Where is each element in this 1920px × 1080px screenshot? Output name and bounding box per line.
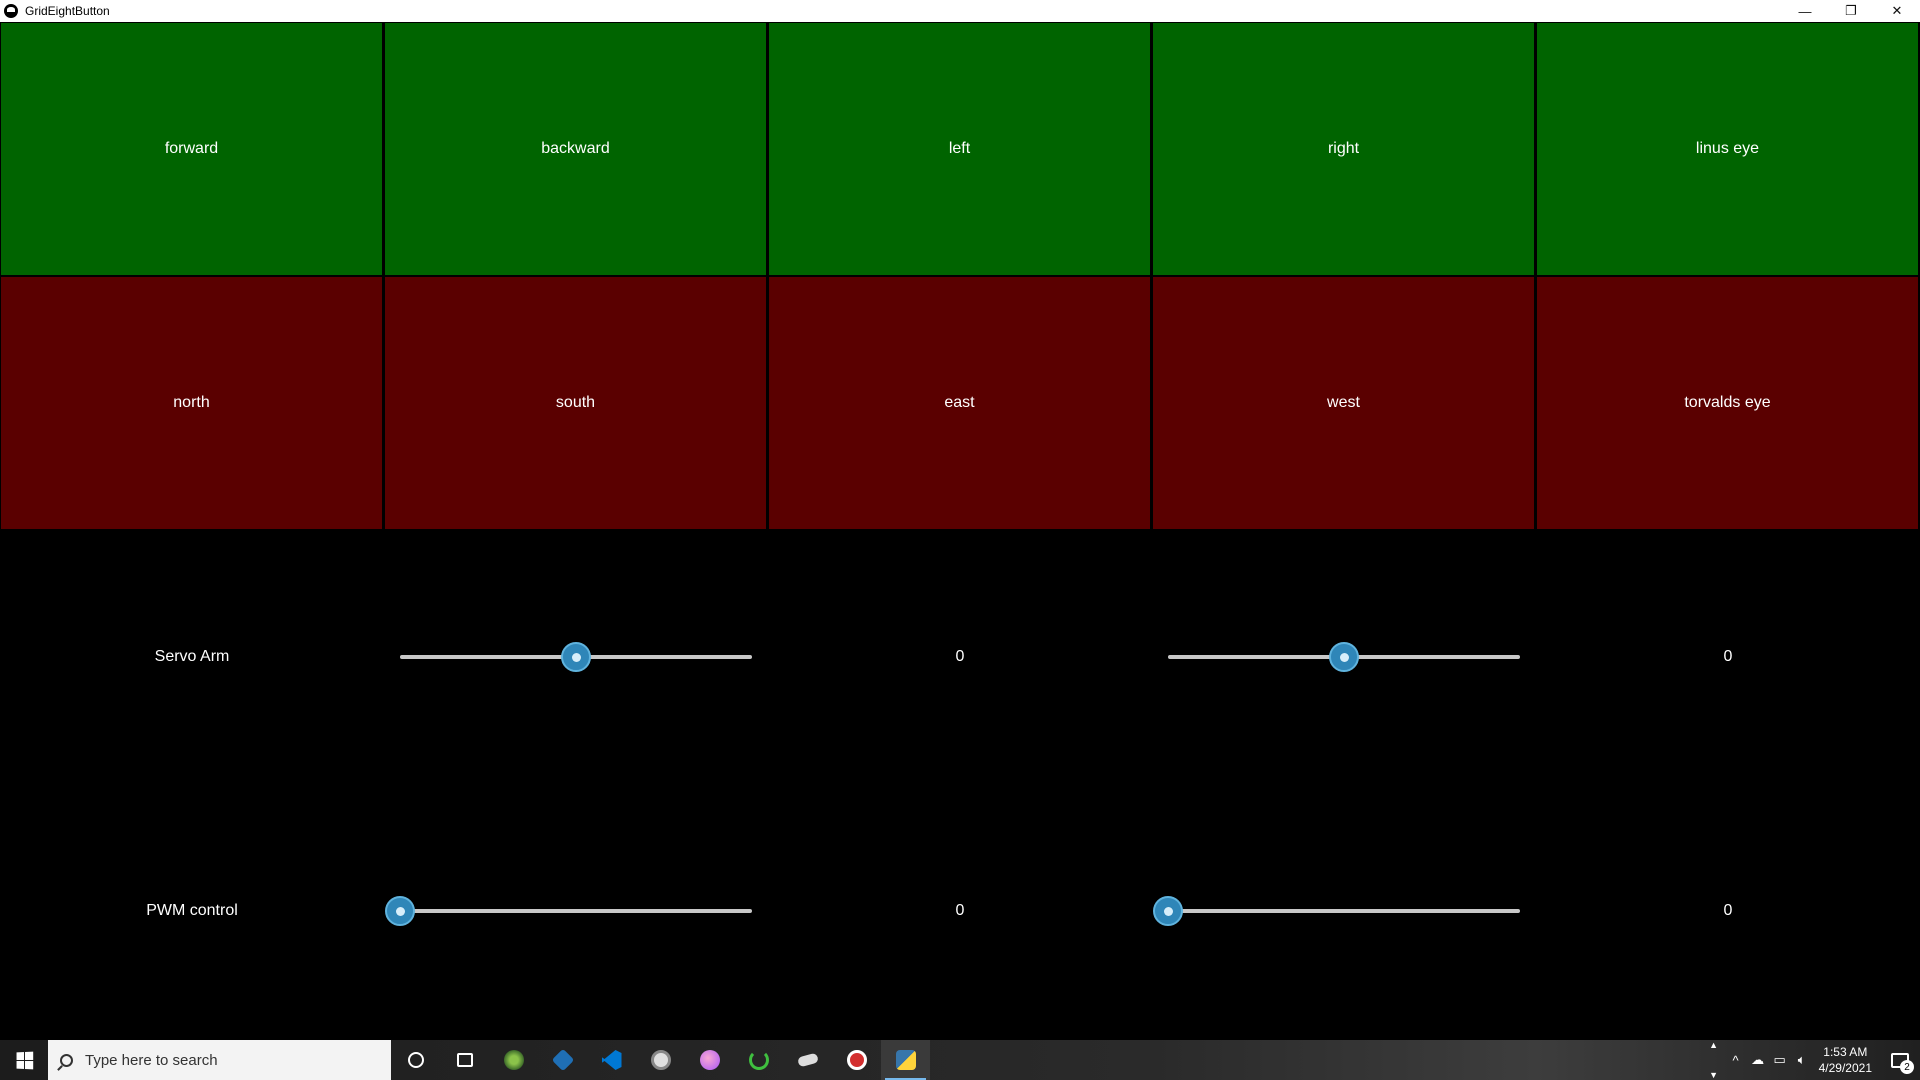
south-button[interactable]: south — [384, 276, 768, 530]
clock-time: 1:53 AM — [1823, 1045, 1868, 1059]
servo-value-2: 0 — [1723, 648, 1733, 665]
action-center-button[interactable]: 2 — [1880, 1040, 1920, 1080]
cycle-icon[interactable] — [734, 1040, 783, 1080]
slider-thumb[interactable] — [385, 896, 415, 926]
pwm-value-1: 0 — [955, 902, 965, 919]
servo-slider-1[interactable] — [400, 642, 752, 672]
windows-logo-icon — [16, 1051, 33, 1069]
slider-track — [1168, 909, 1520, 913]
servo-value-1: 0 — [955, 648, 965, 665]
start-button[interactable] — [0, 1040, 48, 1080]
taskbar: Type here to search ▲ ▼ ^ ☁ ▭ 🔈︎ 1:53 AM … — [0, 1040, 1920, 1080]
minimize-button[interactable]: — — [1782, 0, 1828, 22]
python-icon[interactable] — [881, 1040, 930, 1080]
window-controls: — ❐ ✕ — [1782, 0, 1920, 22]
green-button-row: forward backward left right linus eye — [0, 22, 1920, 276]
linus-eye-button[interactable]: linus eye — [1536, 22, 1920, 276]
network-icon[interactable]: ▭ — [1769, 1052, 1791, 1068]
app-content: forward backward left right linus eye no… — [0, 22, 1920, 1040]
north-button[interactable]: north — [0, 276, 384, 530]
restore-button[interactable]: ❐ — [1828, 0, 1874, 22]
servo-arm-label: Servo Arm — [154, 648, 230, 665]
torvalds-eye-button[interactable]: torvalds eye — [1536, 276, 1920, 530]
pwm-slider-2-cell — [1152, 784, 1536, 1038]
window-title: GridEightButton — [25, 4, 110, 18]
pwm-slider-1[interactable] — [385, 896, 752, 926]
pwm-slider-1-cell — [384, 784, 768, 1038]
android-studio-icon[interactable] — [489, 1040, 538, 1080]
cortana-icon[interactable] — [391, 1040, 440, 1080]
onedrive-icon[interactable]: ☁ — [1747, 1052, 1769, 1068]
virtualbox-icon[interactable] — [538, 1040, 587, 1080]
volume-icon[interactable]: 🔈︎ — [1791, 1052, 1813, 1068]
slider-thumb[interactable] — [1329, 642, 1359, 672]
backward-button[interactable]: backward — [384, 22, 768, 276]
taskbar-search-box[interactable]: Type here to search — [48, 1040, 391, 1080]
left-button[interactable]: left — [768, 22, 1152, 276]
show-hidden-icons-icon[interactable]: ^ — [1725, 1053, 1747, 1068]
slider-thumb[interactable] — [561, 642, 591, 672]
itunes-icon[interactable] — [685, 1040, 734, 1080]
east-button[interactable]: east — [768, 276, 1152, 530]
search-icon — [60, 1053, 73, 1067]
servo-slider-1-cell — [384, 530, 768, 784]
west-button[interactable]: west — [1152, 276, 1536, 530]
servo-arm-row: Servo Arm 0 0 — [0, 530, 1920, 784]
forward-button[interactable]: forward — [0, 22, 384, 276]
app-icon — [4, 4, 18, 18]
search-placeholder: Type here to search — [85, 1051, 218, 1069]
clock[interactable]: 1:53 AM 4/29/2021 — [1819, 1044, 1872, 1076]
pwm-value-2: 0 — [1723, 902, 1733, 919]
task-view-icon[interactable] — [440, 1040, 489, 1080]
title-bar: GridEightButton — ❐ ✕ — [0, 0, 1920, 22]
slider-track — [400, 909, 752, 913]
servo-slider-2[interactable] — [1168, 642, 1520, 672]
app-red-icon[interactable] — [832, 1040, 881, 1080]
system-tray: ▲ ▼ ^ ☁ ▭ 🔈︎ 1:53 AM 4/29/2021 2 — [1707, 1040, 1920, 1080]
cloud-storage-icon[interactable] — [783, 1040, 832, 1080]
github-desktop-icon[interactable] — [636, 1040, 685, 1080]
chevron-down-icon: ▼ — [1709, 1070, 1719, 1080]
taskbar-scroll-arrows[interactable]: ▲ ▼ — [1707, 1040, 1721, 1080]
right-button[interactable]: right — [1152, 22, 1536, 276]
clock-date: 4/29/2021 — [1818, 1061, 1872, 1075]
notification-badge: 2 — [1900, 1060, 1914, 1074]
chevron-up-icon: ▲ — [1709, 1040, 1719, 1050]
slider-thumb[interactable] — [1153, 896, 1183, 926]
pwm-control-label: PWM control — [146, 902, 238, 919]
pwm-slider-2[interactable] — [1153, 896, 1520, 926]
servo-slider-2-cell — [1152, 530, 1536, 784]
red-button-row: north south east west torvalds eye — [0, 276, 1920, 530]
close-button[interactable]: ✕ — [1874, 0, 1920, 22]
pwm-control-row: PWM control 0 0 — [0, 784, 1920, 1038]
vscode-icon[interactable] — [587, 1040, 636, 1080]
